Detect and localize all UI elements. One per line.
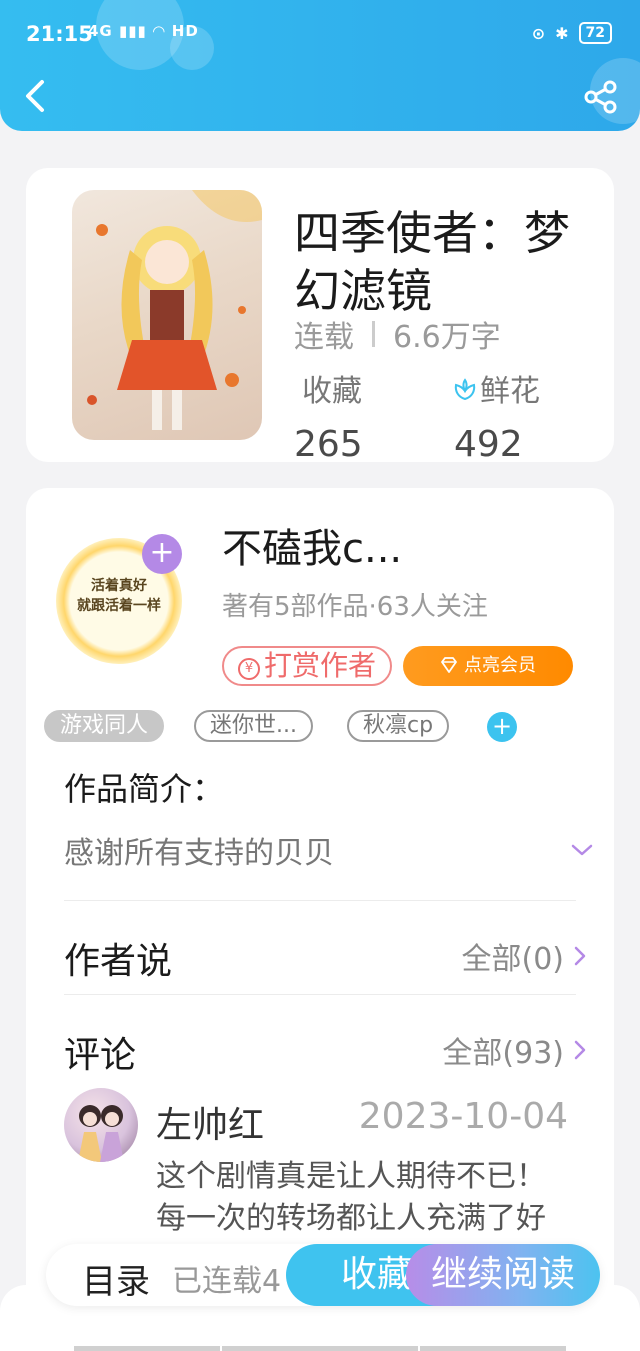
tag-chip[interactable]: 秋凛cp (347, 710, 450, 742)
follow-author-button[interactable]: + (142, 534, 182, 574)
flowers-label: 鲜花 (480, 374, 540, 409)
status-bar: 21:15 4G ▮▮▮ ◠ HD ⊙ ✱ 72 (0, 0, 640, 64)
comments-link[interactable]: 全部(93) (442, 1028, 588, 1072)
share-button[interactable] (584, 80, 618, 114)
author-detail-card: 活着真好 就跟活着一样 + 不磕我c... 著有5部作品·63人关注 ¥ 打赏作者… (26, 488, 614, 1351)
status-right: ⊙ ✱ 72 (532, 22, 612, 44)
network-type: 4G (88, 22, 113, 40)
wifi-icon: ◠ (152, 22, 166, 40)
tag-chip[interactable]: 迷你世... (194, 710, 313, 742)
author-stats: 著有5部作品·63人关注 (222, 592, 488, 622)
chevron-right-icon (574, 1040, 586, 1060)
comment-date: 2023-10-04 (358, 1096, 568, 1137)
comment-username: 左帅红 (156, 1105, 265, 1146)
author-says-link[interactable]: 全部(0) (462, 934, 589, 978)
home-indicator (74, 1346, 220, 1351)
network-hd: HD (171, 22, 199, 40)
book-title: 四季使者：梦幻滤镜 (294, 206, 570, 318)
signal-icon: ▮▮▮ (118, 22, 147, 40)
book-cover[interactable] (72, 190, 262, 440)
chapter-status: 已连载4 (172, 1264, 282, 1299)
intro-text: 感谢所有支持的贝贝 (64, 836, 334, 871)
battery-icon: 72 (578, 22, 612, 44)
author-name[interactable]: 不磕我c... (222, 516, 402, 574)
add-tag-button[interactable]: + (487, 712, 517, 742)
home-indicator (222, 1346, 418, 1351)
yen-icon: ¥ (238, 658, 260, 680)
avatar-caption: 活着真好 就跟活着一样 (56, 576, 182, 616)
vip-label: 点亮会员 (464, 655, 536, 676)
diamond-icon (441, 657, 457, 673)
author-says-title: 作者说 (64, 941, 173, 982)
app-header: 21:15 4G ▮▮▮ ◠ HD ⊙ ✱ 72 (0, 0, 640, 131)
vip-button[interactable]: 点亮会员 (403, 646, 573, 686)
comments-link-label: 全部(93) (442, 1036, 564, 1071)
table-of-contents-button[interactable]: 目录 (82, 1254, 150, 1303)
bluetooth-icon: ✱ (555, 23, 569, 43)
book-status: 连载 (294, 320, 354, 355)
comments-title: 评论 (64, 1035, 137, 1076)
chevron-right-icon (574, 946, 586, 966)
avatar-caption-line2: 就跟活着一样 (77, 598, 161, 614)
bottom-action-bar: 目录 已连载4 收藏 继续阅读 (46, 1244, 600, 1306)
avatar-illustration (78, 1105, 124, 1162)
battery-level: 72 (585, 25, 605, 41)
flowers-label-group: 鲜花 (452, 366, 540, 410)
favorites-count: 265 (294, 424, 363, 465)
tip-author-label: 打赏作者 (264, 649, 377, 682)
book-meta: 连载 6.6万字 (294, 312, 501, 356)
status-time: 21:15 (26, 22, 93, 46)
flowers-count: 492 (454, 424, 523, 465)
intro-title: 作品简介： (64, 770, 225, 808)
book-word-count: 6.6万字 (393, 320, 501, 355)
commenter-avatar[interactable] (64, 1088, 138, 1162)
network-indicator: 4G ▮▮▮ ◠ HD (88, 22, 199, 40)
book-info-card: 四季使者：梦幻滤镜 连载 6.6万字 收藏 鲜花 265 492 (26, 168, 614, 465)
continue-reading-button[interactable]: 继续阅读 (406, 1244, 600, 1306)
divider (64, 994, 576, 995)
meta-divider (372, 321, 375, 347)
chevron-down-icon[interactable] (570, 838, 594, 862)
cover-illustration (87, 190, 262, 430)
back-button[interactable] (22, 78, 52, 114)
tip-author-button[interactable]: ¥ 打赏作者 (222, 646, 392, 686)
home-indicator (420, 1346, 566, 1351)
lock-icon: ⊙ (531, 23, 546, 43)
tag-chip[interactable]: 游戏同人 (44, 710, 165, 742)
flower-icon (454, 378, 476, 401)
avatar-caption-line1: 活着真好 (91, 578, 147, 594)
favorites-label: 收藏 (302, 374, 362, 409)
divider (64, 900, 576, 901)
author-says-link-label: 全部(0) (461, 942, 565, 977)
